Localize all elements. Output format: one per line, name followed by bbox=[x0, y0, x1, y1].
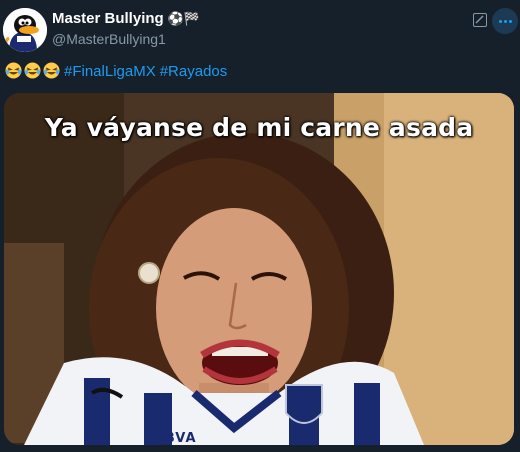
tweet-text: #FinalLigaMX #Rayados bbox=[5, 62, 231, 82]
daffy-duck-avatar-icon bbox=[3, 8, 47, 52]
jersey-sponsor-text: BBVA bbox=[154, 431, 197, 445]
emoji-group bbox=[5, 62, 60, 79]
edit-icon[interactable] bbox=[473, 13, 487, 27]
name-emojis: ⚽🏁 bbox=[167, 11, 201, 26]
more-icon bbox=[498, 19, 512, 23]
face-with-tears-of-joy-icon bbox=[5, 62, 22, 79]
meme-caption: Ya váyanse de mi carne asada bbox=[44, 113, 474, 142]
more-button[interactable] bbox=[492, 8, 518, 34]
display-name[interactable]: Master Bullying bbox=[52, 10, 164, 27]
name-row: Master Bullying ⚽🏁 bbox=[52, 10, 200, 27]
tweet: Master Bullying ⚽🏁 @MasterBullying1 #Fin… bbox=[0, 0, 520, 452]
media-image[interactable]: Ya váyanse de mi carne asada BBVA bbox=[4, 93, 514, 445]
face-with-tears-of-joy-icon bbox=[24, 62, 41, 79]
avatar[interactable] bbox=[3, 8, 47, 52]
handle[interactable]: @MasterBullying1 bbox=[52, 31, 166, 47]
face-with-tears-of-joy-icon bbox=[43, 62, 60, 79]
hashtag-rayados[interactable]: #Rayados bbox=[160, 63, 228, 80]
hashtag-finalligamx[interactable]: #FinalLigaMX bbox=[64, 63, 156, 80]
meme-photo bbox=[4, 93, 514, 445]
